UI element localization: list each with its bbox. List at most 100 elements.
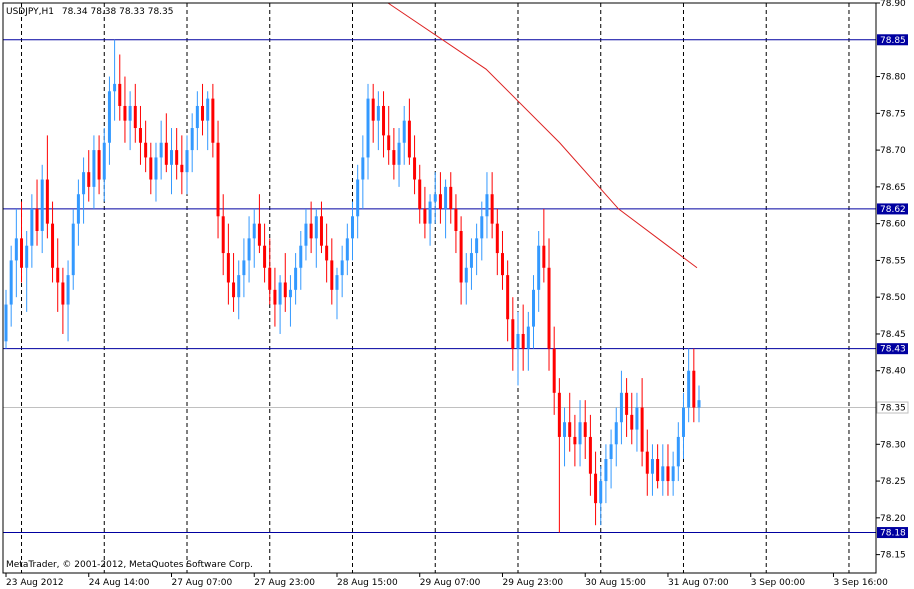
candle-body xyxy=(340,260,344,276)
x-tick-label: 27 Aug 23:00 xyxy=(254,578,315,588)
candle-body xyxy=(35,208,39,231)
candle-body xyxy=(537,245,541,290)
candle-body xyxy=(335,275,339,290)
candle-body xyxy=(681,407,685,437)
candle-body xyxy=(506,275,510,320)
x-tick-label: 24 Aug 14:00 xyxy=(89,578,150,588)
candle-body xyxy=(30,208,34,246)
candle-body xyxy=(438,194,442,209)
candle-body xyxy=(382,105,386,136)
candle-body xyxy=(206,98,210,121)
candle-body xyxy=(614,422,618,445)
candle-body xyxy=(51,223,55,268)
candle-body xyxy=(500,253,504,276)
candle-body xyxy=(635,407,639,430)
candle-body xyxy=(201,105,205,121)
candle-body xyxy=(594,473,598,504)
candle-body xyxy=(56,267,60,283)
candle-body xyxy=(278,282,282,305)
candle-body xyxy=(444,186,448,209)
candle-body xyxy=(697,400,701,408)
current-price-label: 78.35 xyxy=(880,404,906,414)
x-tick-label: 29 Aug 07:00 xyxy=(420,578,481,588)
candle-body xyxy=(387,135,391,151)
y-tick-label: 78.60 xyxy=(880,220,906,230)
candle-body xyxy=(351,216,354,239)
candle-body xyxy=(45,179,49,224)
candle-body xyxy=(604,459,608,482)
candle-body xyxy=(454,208,458,231)
candle-body xyxy=(464,267,468,283)
candle-body xyxy=(4,304,8,342)
candle-body xyxy=(309,223,313,239)
candle-body xyxy=(113,83,117,92)
candle-body xyxy=(71,223,75,276)
candle-body xyxy=(102,142,106,180)
x-tick-label: 27 Aug 07:00 xyxy=(171,578,232,588)
candle-body xyxy=(138,128,142,143)
candle-body xyxy=(583,422,587,437)
x-tick-label: 3 Sep 16:00 xyxy=(833,578,888,588)
candle-body xyxy=(288,289,292,298)
candle-body xyxy=(195,105,199,129)
x-tick-label: 30 Aug 15:00 xyxy=(585,578,646,588)
y-tick-label: 78.50 xyxy=(880,293,906,303)
symbol-timeframe: USDJPY,H1 xyxy=(6,7,54,17)
candle-body xyxy=(645,451,649,474)
candle-body xyxy=(283,282,287,298)
candle-body xyxy=(526,326,530,349)
candle-body xyxy=(609,444,613,459)
candle-body xyxy=(480,216,484,239)
x-tick-label: 28 Aug 15:00 xyxy=(337,578,398,588)
candle-body xyxy=(557,392,561,437)
candle-body xyxy=(568,422,572,437)
candle-body xyxy=(687,370,691,408)
y-tick-label: 78.45 xyxy=(880,330,906,340)
candle-body xyxy=(319,216,323,246)
candle-body xyxy=(407,120,411,158)
candle-body xyxy=(630,414,634,430)
candle-body xyxy=(164,142,168,165)
candle-body xyxy=(185,150,189,173)
candle-body xyxy=(299,245,303,268)
candle-body xyxy=(226,253,230,283)
candle-body xyxy=(257,223,261,246)
candle-body xyxy=(397,142,401,165)
candle-body xyxy=(392,150,396,165)
x-tick-label: 29 Aug 23:00 xyxy=(502,578,563,588)
candle-body xyxy=(294,267,298,290)
candle-body xyxy=(666,466,670,482)
candle-body xyxy=(61,282,65,305)
candle-body xyxy=(154,157,158,180)
candle-body xyxy=(692,370,696,408)
y-tick-label: 78.75 xyxy=(880,109,906,119)
candle-body xyxy=(532,289,536,327)
y-tick-label: 78.20 xyxy=(880,514,906,524)
candle-body xyxy=(221,216,225,254)
price-chart[interactable]: 78.90 78.80 78.75 78.70 78.65 78.60 78.55 78.50… xyxy=(0,0,914,589)
candle-body xyxy=(563,422,567,437)
candle-body xyxy=(273,289,277,305)
candle-body xyxy=(263,245,267,268)
candle-body xyxy=(521,333,525,349)
candle-body xyxy=(552,348,556,393)
candle-body xyxy=(542,245,546,268)
candle-body xyxy=(469,253,473,268)
candle-body xyxy=(232,282,236,298)
candle-body xyxy=(650,459,654,474)
candle-body xyxy=(247,238,251,261)
candle-body xyxy=(118,83,122,106)
y-tick-label: 78.65 xyxy=(880,183,906,193)
candle-body xyxy=(97,150,101,180)
candle-body xyxy=(216,142,220,217)
candle-body xyxy=(413,157,417,180)
candle-body xyxy=(345,238,349,261)
candle-body xyxy=(25,245,29,268)
x-tick-label: 23 Aug 2012 xyxy=(6,578,64,588)
candle-body xyxy=(449,186,453,209)
level-price-label: 78.85 xyxy=(880,36,906,46)
level-price-label: 78.62 xyxy=(880,205,906,215)
candle-body xyxy=(123,105,127,121)
candle-body xyxy=(371,98,375,121)
candle-body xyxy=(330,260,334,290)
